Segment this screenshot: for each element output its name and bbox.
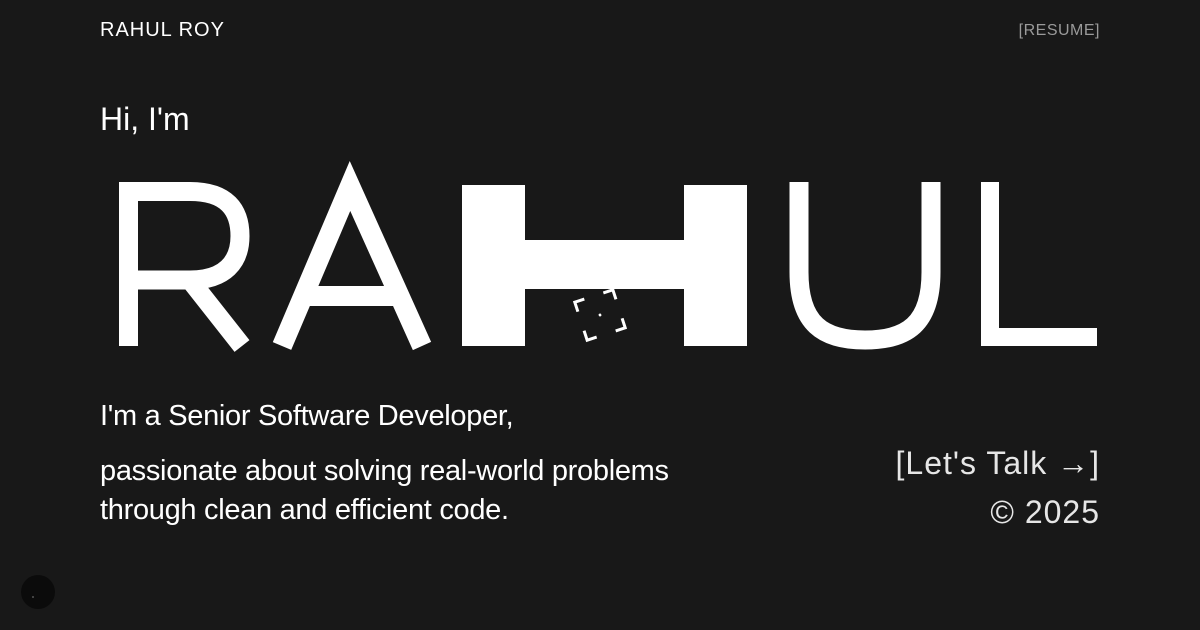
letter-l bbox=[981, 182, 1097, 346]
focus-corners-icon bbox=[572, 287, 628, 343]
tagline-text: I'm a Senior Software Developer, bbox=[100, 400, 514, 432]
theme-toggle-button[interactable] bbox=[21, 575, 55, 609]
lets-talk-link[interactable]: [Let's Talk →] bbox=[896, 443, 1100, 483]
page: RAHUL ROY [RESUME] Hi, I'm I'm a Senior … bbox=[0, 0, 1200, 630]
copyright-text: © 2025 bbox=[990, 494, 1100, 530]
resume-link[interactable]: [RESUME] bbox=[1019, 22, 1100, 40]
description-text: passionate about solving real-world prob… bbox=[100, 455, 669, 526]
theme-toggle-icon bbox=[32, 596, 34, 598]
letter-u bbox=[789, 182, 941, 350]
letter-r bbox=[119, 182, 250, 352]
site-logo[interactable]: RAHUL ROY bbox=[100, 20, 225, 40]
greeting-text: Hi, I'm bbox=[100, 101, 190, 137]
letter-h bbox=[462, 185, 747, 346]
hero-name-wordmark bbox=[119, 161, 1097, 352]
letter-a bbox=[272, 161, 432, 351]
